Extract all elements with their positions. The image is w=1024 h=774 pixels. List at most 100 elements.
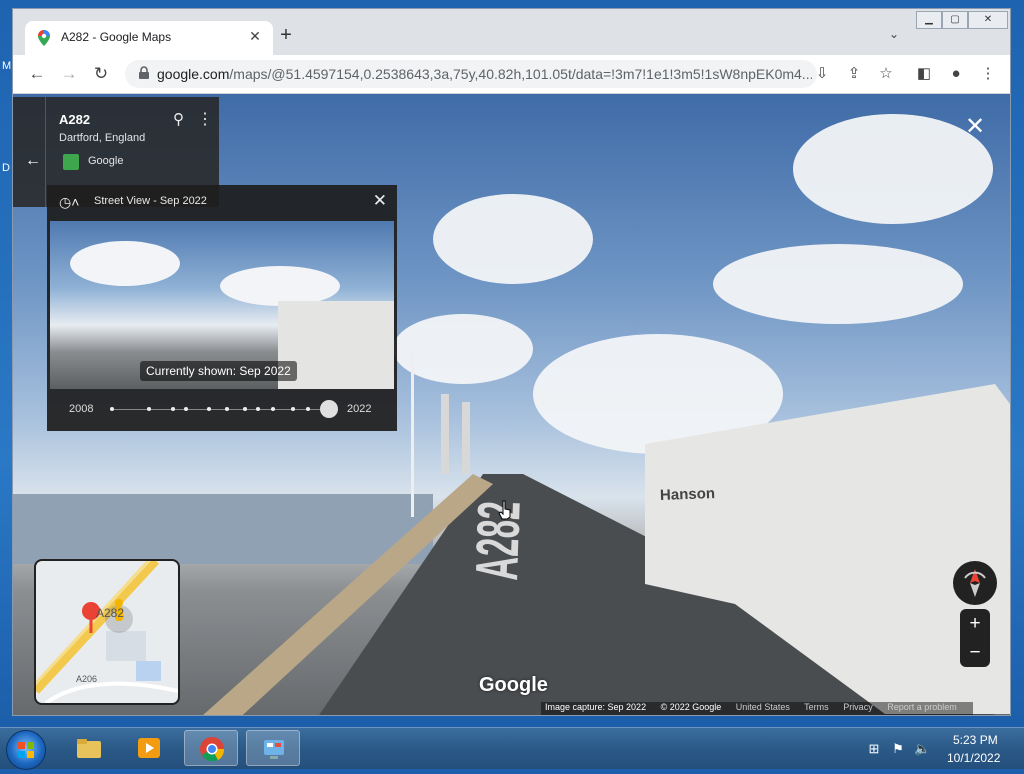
cloud xyxy=(793,114,993,224)
location-pin-icon[interactable]: ⚲ xyxy=(173,110,184,128)
reload-icon[interactable]: ↻ xyxy=(89,62,113,86)
historic-preview: Currently shown: Sep 2022 xyxy=(50,221,394,389)
new-tab-button[interactable]: + xyxy=(275,25,297,47)
tab-bar: A282 - Google Maps ✕ + ⌄ ▁ ▢ ✕ xyxy=(13,9,1010,55)
tab-close-icon[interactable]: ✕ xyxy=(247,28,263,44)
history-icon[interactable]: ◷˄ xyxy=(59,194,79,211)
back-arrow-icon[interactable]: ← xyxy=(25,152,41,170)
close-street-view-icon[interactable]: ✕ xyxy=(965,112,985,141)
zoom-control: + − xyxy=(960,609,990,667)
divider xyxy=(45,97,46,207)
url-domain: google.com xyxy=(157,66,230,82)
google-photos-icon xyxy=(63,154,79,170)
terms-link[interactable]: Terms xyxy=(804,702,829,712)
place-location: Dartford, England xyxy=(59,132,146,144)
install-icon[interactable]: ⇩ xyxy=(811,63,833,85)
taskbar-chrome[interactable] xyxy=(184,730,238,766)
tab-title: A282 - Google Maps xyxy=(61,30,172,44)
timeline-dot[interactable] xyxy=(256,407,260,411)
compass-needle-icon xyxy=(964,569,986,597)
image-capture-date: Image capture: Sep 2022 xyxy=(545,702,647,712)
timeline-start-year: 2008 xyxy=(69,403,94,415)
back-icon[interactable]: ← xyxy=(25,62,49,86)
lamp-post xyxy=(411,352,414,517)
minimap-roads xyxy=(36,561,178,703)
timeline-dot[interactable] xyxy=(291,407,295,411)
privacy-link[interactable]: Privacy xyxy=(843,702,873,712)
place-name: A282 xyxy=(59,112,91,127)
minimap[interactable]: A282 A206 xyxy=(34,559,180,705)
timeline-track[interactable] xyxy=(112,409,330,410)
timeline-dot[interactable] xyxy=(110,407,114,411)
cloud xyxy=(713,244,963,324)
tab-search-icon[interactable]: ⌄ xyxy=(885,27,903,45)
time-machine-panel: ◷˄ Street View - Sep 2022 ✕ Currently sh… xyxy=(47,185,397,431)
timeline-dot[interactable] xyxy=(147,407,151,411)
timeline-dot[interactable] xyxy=(243,407,247,411)
network-icon[interactable]: ⊞ xyxy=(866,741,882,756)
timeline-dot[interactable] xyxy=(171,407,175,411)
windows-logo-icon xyxy=(18,742,34,758)
google-watermark: Google xyxy=(479,674,548,696)
cloud xyxy=(220,266,340,306)
minimap-road-label: A206 xyxy=(76,674,98,684)
lock-icon xyxy=(139,66,149,79)
taskbar-media-player[interactable] xyxy=(122,730,176,766)
copyright: © 2022 Google xyxy=(660,702,722,712)
minimap-road-label: A282 xyxy=(96,606,125,620)
cloud xyxy=(70,241,180,286)
imagery-source: Google xyxy=(88,155,124,167)
timeline-dot[interactable] xyxy=(306,407,310,411)
close-window-button[interactable]: ✕ xyxy=(968,11,1008,29)
country-link[interactable]: United States xyxy=(736,702,790,712)
desktop-icon-label[interactable]: D xyxy=(2,162,10,174)
bridge-tower xyxy=(441,394,449,474)
address-bar[interactable]: google.com/maps/@51.4597154,0.2538643,3a… xyxy=(125,60,817,88)
timeline-dot[interactable] xyxy=(271,407,275,411)
url-text[interactable]: google.com/maps/@51.4597154,0.2538643,3a… xyxy=(157,66,812,82)
clock-date[interactable]: 10/1/2022 xyxy=(947,751,1000,765)
desktop-icon-label[interactable]: M xyxy=(2,60,11,72)
volume-icon[interactable]: 🔈 xyxy=(914,741,930,756)
street-view[interactable]: A282 Hanson ← A282 Dartford, England Goo… xyxy=(13,94,1010,715)
taskbar-explorer[interactable] xyxy=(62,730,116,766)
cloud xyxy=(393,314,533,384)
hand-cursor-icon xyxy=(498,500,511,520)
side-panel-icon[interactable]: ◧ xyxy=(913,63,935,85)
menu-icon[interactable]: ⋮ xyxy=(977,63,999,85)
time-machine-title: Street View - Sep 2022 xyxy=(94,195,207,207)
compass-icon[interactable] xyxy=(953,561,997,605)
timeline-dot[interactable] xyxy=(184,407,188,411)
more-options-icon[interactable]: ⋮ xyxy=(197,109,213,129)
zoom-out-button[interactable]: − xyxy=(960,638,990,667)
bridge-tower xyxy=(462,402,470,474)
control-panel-icon xyxy=(264,740,284,759)
truck-brand: Hanson xyxy=(659,485,716,504)
current-date-caption: Currently shown: Sep 2022 xyxy=(140,361,297,381)
forward-icon[interactable]: → xyxy=(57,62,81,86)
river xyxy=(13,494,433,564)
report-problem-link[interactable]: Report a problem xyxy=(887,702,957,712)
start-button[interactable] xyxy=(6,730,46,770)
timeline-dot[interactable] xyxy=(207,407,211,411)
clock-time[interactable]: 5:23 PM xyxy=(953,733,998,747)
browser-toolbar: ← → ↻ google.com/maps/@51.4597154,0.2538… xyxy=(13,55,1010,94)
map-footer: Image capture: Sep 2022 © 2022 Google Un… xyxy=(541,702,973,715)
bookmark-star-icon[interactable]: ☆ xyxy=(875,63,897,85)
share-icon[interactable]: ⇪ xyxy=(843,63,865,85)
browser-window: A282 - Google Maps ✕ + ⌄ ▁ ▢ ✕ ← → ↻ goo… xyxy=(12,8,1011,716)
tab-maps[interactable]: A282 - Google Maps ✕ xyxy=(25,21,273,55)
minimize-button[interactable]: ▁ xyxy=(916,11,942,29)
timeline-slider-handle[interactable] xyxy=(320,400,338,418)
timeline-end-year: 2022 xyxy=(347,403,372,415)
google-maps-icon xyxy=(38,30,50,46)
media-player-icon xyxy=(138,738,160,758)
zoom-in-button[interactable]: + xyxy=(960,609,990,638)
timeline-dot[interactable] xyxy=(225,407,229,411)
close-icon[interactable]: ✕ xyxy=(373,191,387,211)
taskbar-control-panel[interactable] xyxy=(246,730,300,766)
chrome-icon xyxy=(200,737,225,762)
maximize-button[interactable]: ▢ xyxy=(942,11,968,29)
profile-avatar-icon[interactable]: ● xyxy=(945,63,967,85)
action-center-flag-icon[interactable]: ⚑ xyxy=(890,741,906,756)
